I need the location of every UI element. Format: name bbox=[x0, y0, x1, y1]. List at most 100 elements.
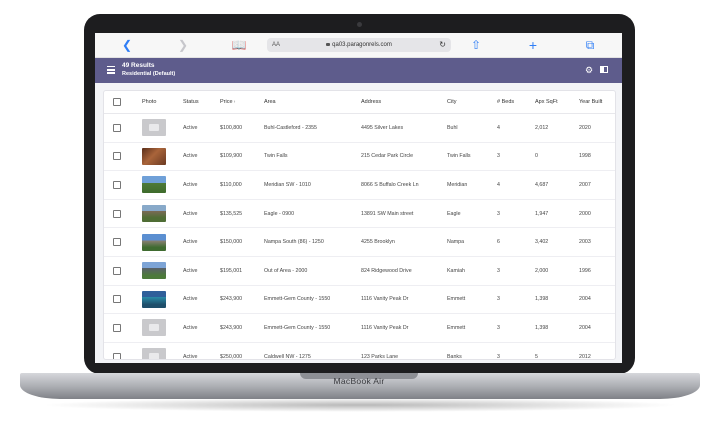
row-checkbox[interactable] bbox=[113, 266, 121, 275]
camera bbox=[357, 22, 362, 27]
photo-cell bbox=[142, 285, 183, 315]
photo-cell bbox=[142, 142, 183, 172]
screen: ❮ ❯ 📖 AA qa03.paragonrels.com ↻ ⇧ + ⧉ 49… bbox=[95, 33, 622, 363]
row-checkbox[interactable] bbox=[113, 238, 121, 247]
photo-cell bbox=[142, 313, 183, 343]
photo-cell bbox=[142, 342, 183, 359]
cell-city: Eagle bbox=[447, 199, 497, 229]
listing-photo[interactable] bbox=[142, 290, 166, 308]
row-checkbox[interactable] bbox=[113, 323, 121, 332]
tabs-icon[interactable]: ⧉ bbox=[582, 37, 598, 53]
table-row[interactable]: Active $109,900 Twin Falls 215 Cedar Park C… bbox=[104, 142, 615, 172]
cell-price: $110,000 bbox=[220, 170, 264, 200]
photo-cell bbox=[142, 256, 183, 286]
bookmarks-icon[interactable]: 📖 bbox=[231, 37, 247, 53]
cell-address: 1116 Vanity Peak Dr bbox=[361, 313, 447, 343]
table-row[interactable]: Active $195,001 Out of Area - 2000 824 Ridg… bbox=[104, 256, 615, 286]
listing-photo[interactable] bbox=[142, 233, 166, 251]
cell-sqft: 1,947 bbox=[535, 199, 579, 229]
column-header-sqft[interactable]: Apx SqFt bbox=[535, 91, 579, 114]
select-all-checkbox[interactable] bbox=[113, 98, 121, 106]
cell-sqft: 3,402 bbox=[535, 227, 579, 257]
listing-photo[interactable] bbox=[142, 119, 166, 137]
column-header-price[interactable]: Price↑ bbox=[220, 91, 264, 114]
row-checkbox[interactable] bbox=[113, 180, 121, 189]
cell-status: Active bbox=[183, 353, 198, 360]
listing-photo[interactable] bbox=[142, 319, 166, 337]
column-header-price-label: Price bbox=[220, 99, 233, 105]
table-row[interactable]: Active $135,525 Eagle - 0900 13891 SW Main … bbox=[104, 199, 615, 229]
cell-year: 2020 bbox=[579, 113, 615, 143]
browser-toolbar: ❮ ❯ 📖 AA qa03.paragonrels.com ↻ ⇧ + ⧉ bbox=[95, 33, 622, 58]
search-name[interactable]: Residential (Default) bbox=[122, 70, 175, 78]
cell-city: Twin Falls bbox=[447, 142, 497, 172]
cell-price: $250,000 bbox=[220, 353, 243, 360]
row-checkbox[interactable] bbox=[113, 352, 121, 359]
cell-city: Buhl bbox=[447, 113, 497, 143]
url-text: qa03.paragonrels.com bbox=[267, 38, 451, 52]
cell-status: Active bbox=[183, 113, 220, 143]
column-header-photo[interactable]: Photo bbox=[142, 91, 183, 114]
cell-address: 4255 Brooklyn bbox=[361, 227, 447, 257]
listing-photo[interactable] bbox=[142, 147, 166, 165]
table-row[interactable]: Active $250,000 Caldwell NW - 1275 123 Park… bbox=[104, 342, 615, 360]
reload-icon[interactable]: ↻ bbox=[439, 38, 446, 52]
cell-beds: 3 bbox=[497, 256, 535, 286]
listing-photo[interactable] bbox=[142, 348, 166, 359]
cell-city: Nampa bbox=[447, 227, 497, 257]
listing-photo[interactable] bbox=[142, 176, 166, 194]
cell-price: $100,800 bbox=[220, 113, 264, 143]
photo-cell bbox=[142, 227, 183, 257]
cell-year: 2003 bbox=[579, 227, 615, 257]
cell-area: Emmett-Gem County - 1550 bbox=[264, 285, 361, 315]
column-header-city[interactable]: City bbox=[447, 91, 497, 114]
share-icon[interactable]: ⇧ bbox=[468, 37, 484, 53]
address-bar[interactable]: AA qa03.paragonrels.com ↻ bbox=[267, 38, 451, 52]
cell-area: Caldwell NW - 1275 bbox=[264, 353, 311, 360]
row-select-cell bbox=[104, 113, 142, 143]
row-select-cell bbox=[104, 313, 142, 343]
gear-icon[interactable]: ⚙ bbox=[585, 64, 593, 76]
device-brand-label: MacBook Air bbox=[333, 376, 385, 386]
row-checkbox[interactable] bbox=[113, 152, 121, 161]
back-chevron-icon[interactable]: ❮ bbox=[119, 37, 135, 53]
table-row[interactable]: Active $100,800 Buhl-Castleford - 2355 4495… bbox=[104, 113, 615, 143]
cell-address: 8066 S Buffalo Creek Ln bbox=[361, 170, 447, 200]
lock-icon bbox=[326, 43, 331, 46]
sort-arrow-icon: ↑ bbox=[233, 99, 236, 104]
results-table: Photo Status Price↑ Area Address City # … bbox=[104, 91, 615, 360]
column-header-address[interactable]: Address bbox=[361, 91, 447, 114]
listing-photo[interactable] bbox=[142, 205, 166, 223]
row-select-cell bbox=[104, 199, 142, 229]
table-row[interactable]: Active $110,000 Meridian SW - 1010 8066 S B… bbox=[104, 170, 615, 200]
column-header-area[interactable]: Area bbox=[264, 91, 361, 114]
cell-price: $150,000 bbox=[220, 227, 264, 257]
cell-status: Active bbox=[183, 227, 220, 257]
cell-price: $243,900 bbox=[220, 285, 264, 315]
new-tab-icon[interactable]: + bbox=[525, 37, 541, 53]
row-checkbox[interactable] bbox=[113, 123, 121, 132]
forward-chevron-icon[interactable]: ❯ bbox=[175, 37, 191, 53]
cell-price: $135,525 bbox=[220, 199, 264, 229]
cell-sqft: 4,687 bbox=[535, 170, 579, 200]
table-header-row: Photo Status Price↑ Area Address City # … bbox=[104, 91, 615, 114]
row-select-cell bbox=[104, 170, 142, 200]
cell-area: Out of Area - 2000 bbox=[264, 256, 361, 286]
hamburger-menu-icon[interactable] bbox=[107, 66, 115, 74]
row-checkbox[interactable] bbox=[113, 209, 121, 218]
cell-status: Active bbox=[183, 313, 220, 343]
panel-icon[interactable] bbox=[600, 66, 608, 73]
column-header-beds[interactable]: # Beds bbox=[497, 91, 535, 114]
row-checkbox[interactable] bbox=[113, 295, 121, 304]
column-header-year[interactable]: Year Built bbox=[579, 91, 615, 114]
listing-photo[interactable] bbox=[142, 262, 166, 280]
column-header-status[interactable]: Status bbox=[183, 91, 220, 114]
table-row[interactable]: Active $150,000 Nampa South (86) - 1250 425… bbox=[104, 227, 615, 257]
cell-city: Kamiah bbox=[447, 256, 497, 286]
row-select-cell bbox=[104, 256, 142, 286]
cell-beds: 3 bbox=[497, 313, 535, 343]
table-row[interactable]: Active $243,900 Emmett-Gem County - 1550 11… bbox=[104, 285, 615, 315]
table-row[interactable]: Active $243,900 Emmett-Gem County - 1550 11… bbox=[104, 313, 615, 343]
cell-area: Nampa South (86) - 1250 bbox=[264, 227, 361, 257]
cell-status: Active bbox=[183, 199, 220, 229]
